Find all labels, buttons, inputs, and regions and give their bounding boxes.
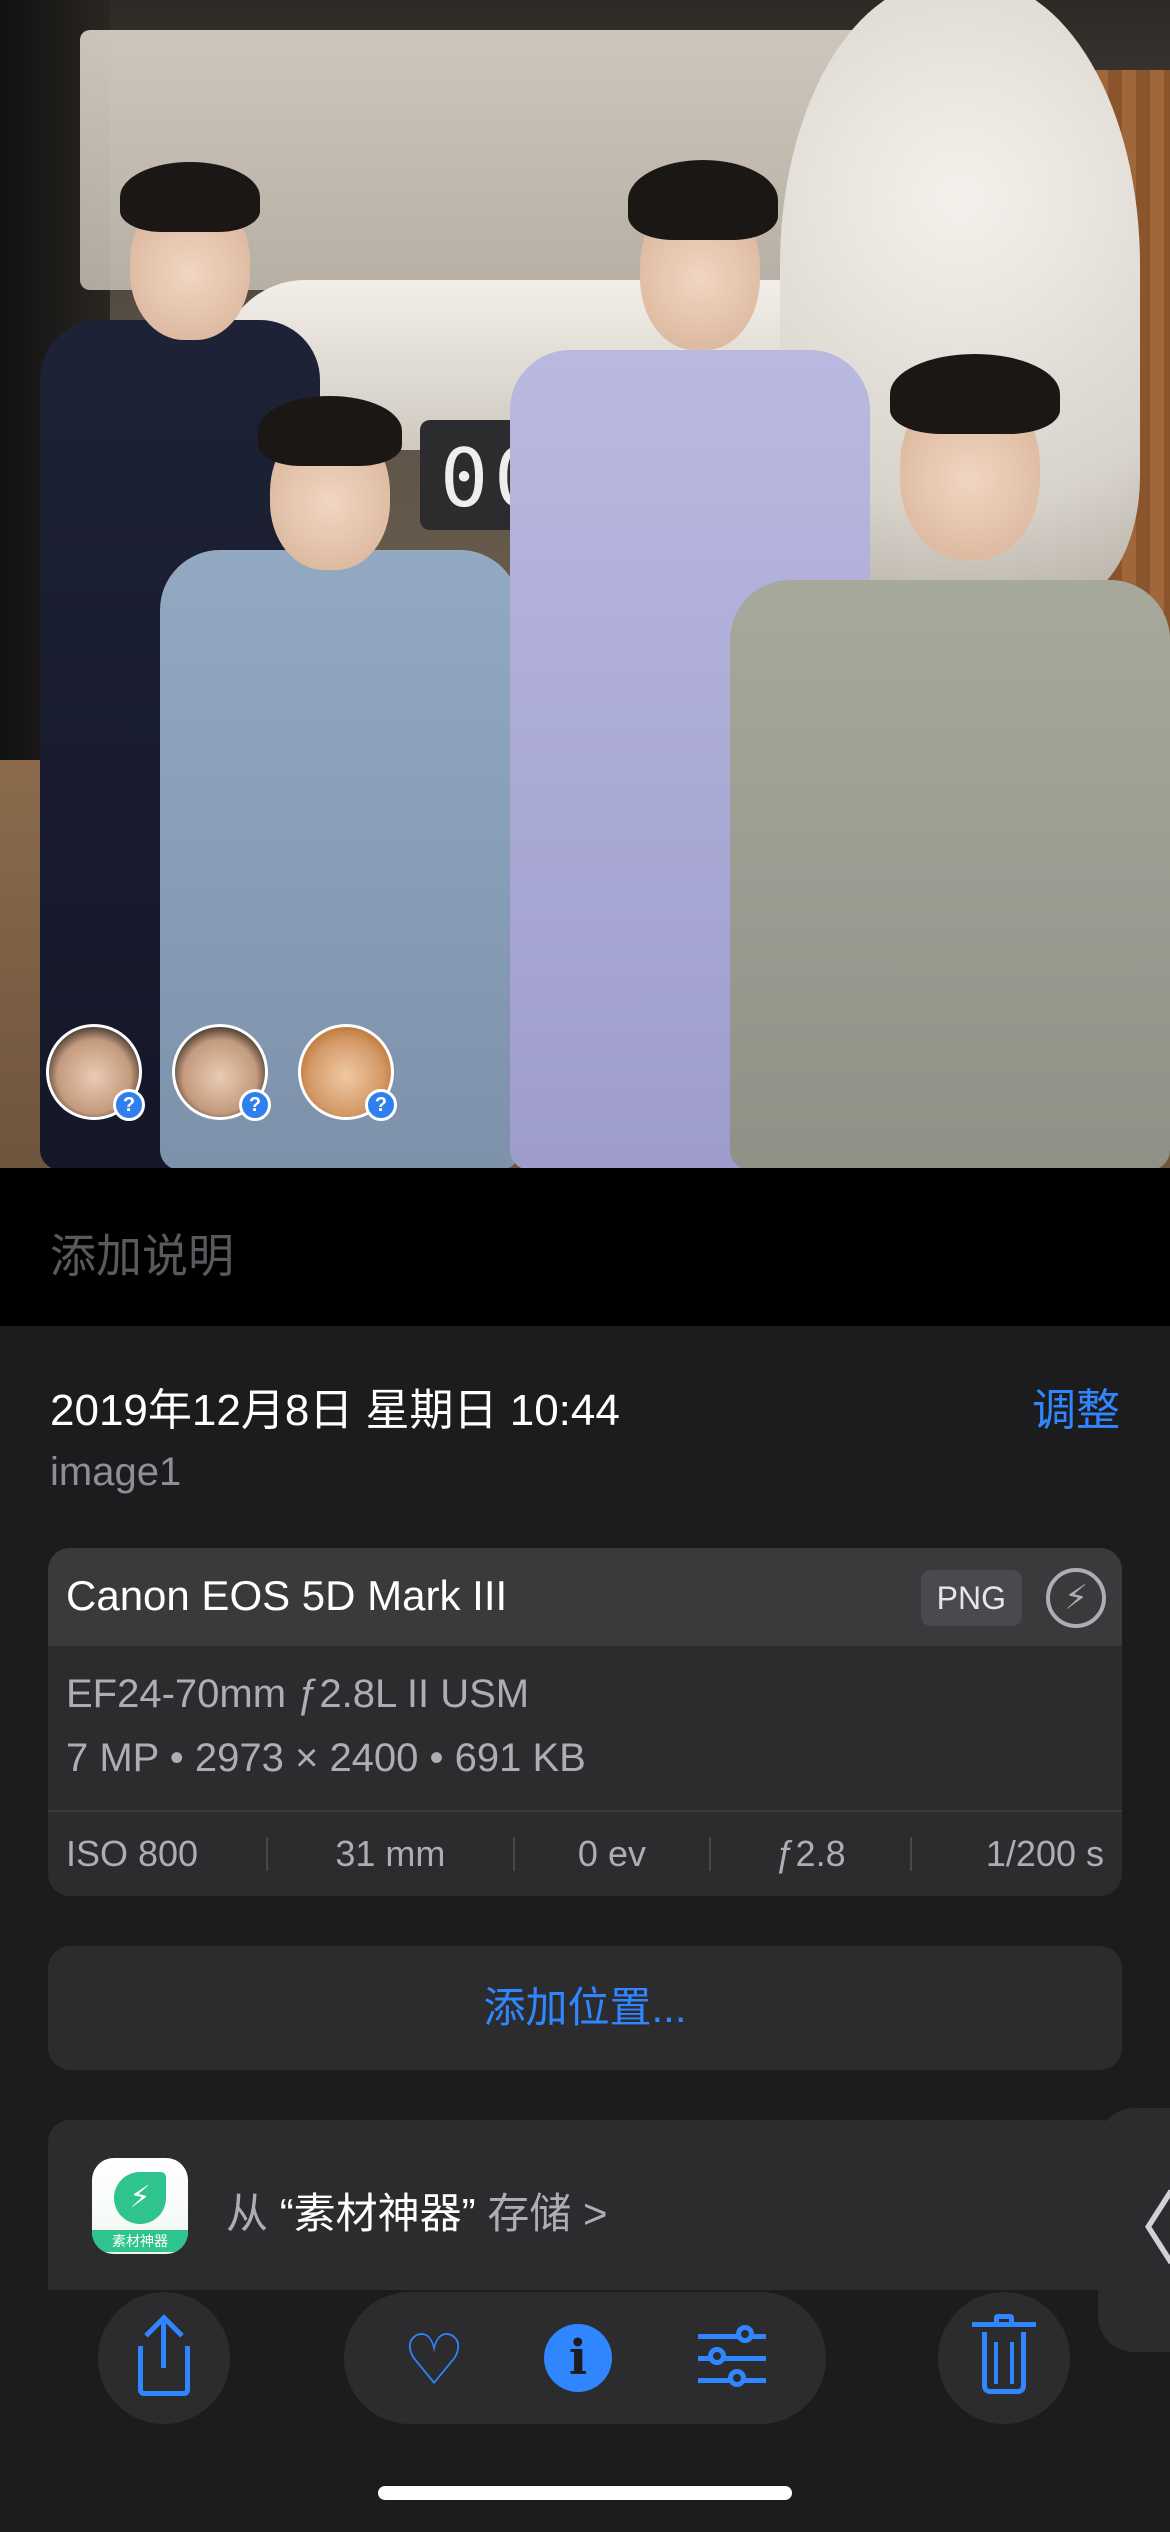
exif-focal-length: 31 mm [335,1833,446,1874]
exif-aperture: ƒ2.8 [775,1833,846,1874]
saved-from-suffix: 存储 [487,2190,572,2237]
exif-row: ISO 800 31 mm 0 ev ƒ2.8 1/200 s [48,1810,1122,1896]
adjust-date-button[interactable]: 调整 [1032,1374,1120,1438]
app-icon-label: 素材神器 [92,2230,188,2252]
saved-from-app-row[interactable]: ⚡ 素材神器 从 “素材神器” 存储 > [48,2120,1122,2290]
info-icon[interactable]: i [544,2324,612,2392]
camera-model: Canon EOS 5D Mark III [66,1572,508,1619]
saved-from-app-name: “素材神器” [279,2190,476,2237]
sliders-icon[interactable] [698,2325,766,2388]
bottom-toolbar: ♡ i [0,2292,1170,2442]
exif-iso: ISO 800 [66,1833,199,1874]
heart-icon[interactable]: ♡ [394,2320,474,2400]
unknown-person-badge: ? [113,1089,145,1121]
unknown-person-badge: ? [365,1089,397,1121]
app-logo-icon: ⚡ [114,2172,166,2224]
photo-view[interactable]: 00 ? ? ? [0,0,1170,1168]
caption-placeholder: 添加说明 [50,1230,234,1282]
face-avatar[interactable]: ? [172,1024,271,1121]
exif-shutter-speed: 1/200 s [985,1833,1104,1874]
image-specs: 7 MP • 2973 × 2400 • 691 KB [66,1736,586,1780]
chevron-right-icon: > [583,2190,608,2237]
camera-info-card: Canon EOS 5D Mark III PNG ⚡ EF24-70mm ƒ2… [48,1548,1122,1896]
delete-button[interactable] [938,2292,1070,2424]
trash-icon [972,2314,1036,2398]
camera-info-header: Canon EOS 5D Mark III PNG ⚡ [48,1548,1122,1646]
app-icon: ⚡ 素材神器 [92,2158,188,2254]
face-avatar[interactable]: ? [46,1024,145,1121]
flash-icon: ⚡ [1046,1568,1106,1628]
photo-filename: image1 [50,1450,182,1494]
photo-actions-group: ♡ i [344,2292,826,2424]
saved-from-text: 从 “素材神器” 存储 > [226,2180,608,2241]
share-icon [132,2314,196,2400]
add-location-button[interactable]: 添加位置... [48,1946,1122,2070]
photo-person-4 [730,350,1170,1168]
caption-field[interactable]: 添加说明 [0,1168,1170,1326]
exif-exposure-value: 0 ev [577,1833,646,1874]
chevron-left-icon: 〈 [1098,2185,1170,2274]
unknown-person-badge: ? [239,1089,271,1121]
face-avatar[interactable]: ? [298,1024,397,1121]
photo-date-time: 2019年12月8日 星期日 10:44 [50,1386,620,1435]
format-badge: PNG [920,1570,1022,1626]
face-avatar-row: ? ? ? [46,1024,397,1121]
share-button[interactable] [98,2292,230,2424]
home-indicator[interactable] [378,2486,792,2500]
saved-from-prefix: 从 [226,2190,269,2237]
lens-info: EF24-70mm ƒ2.8L II USM [66,1672,530,1716]
